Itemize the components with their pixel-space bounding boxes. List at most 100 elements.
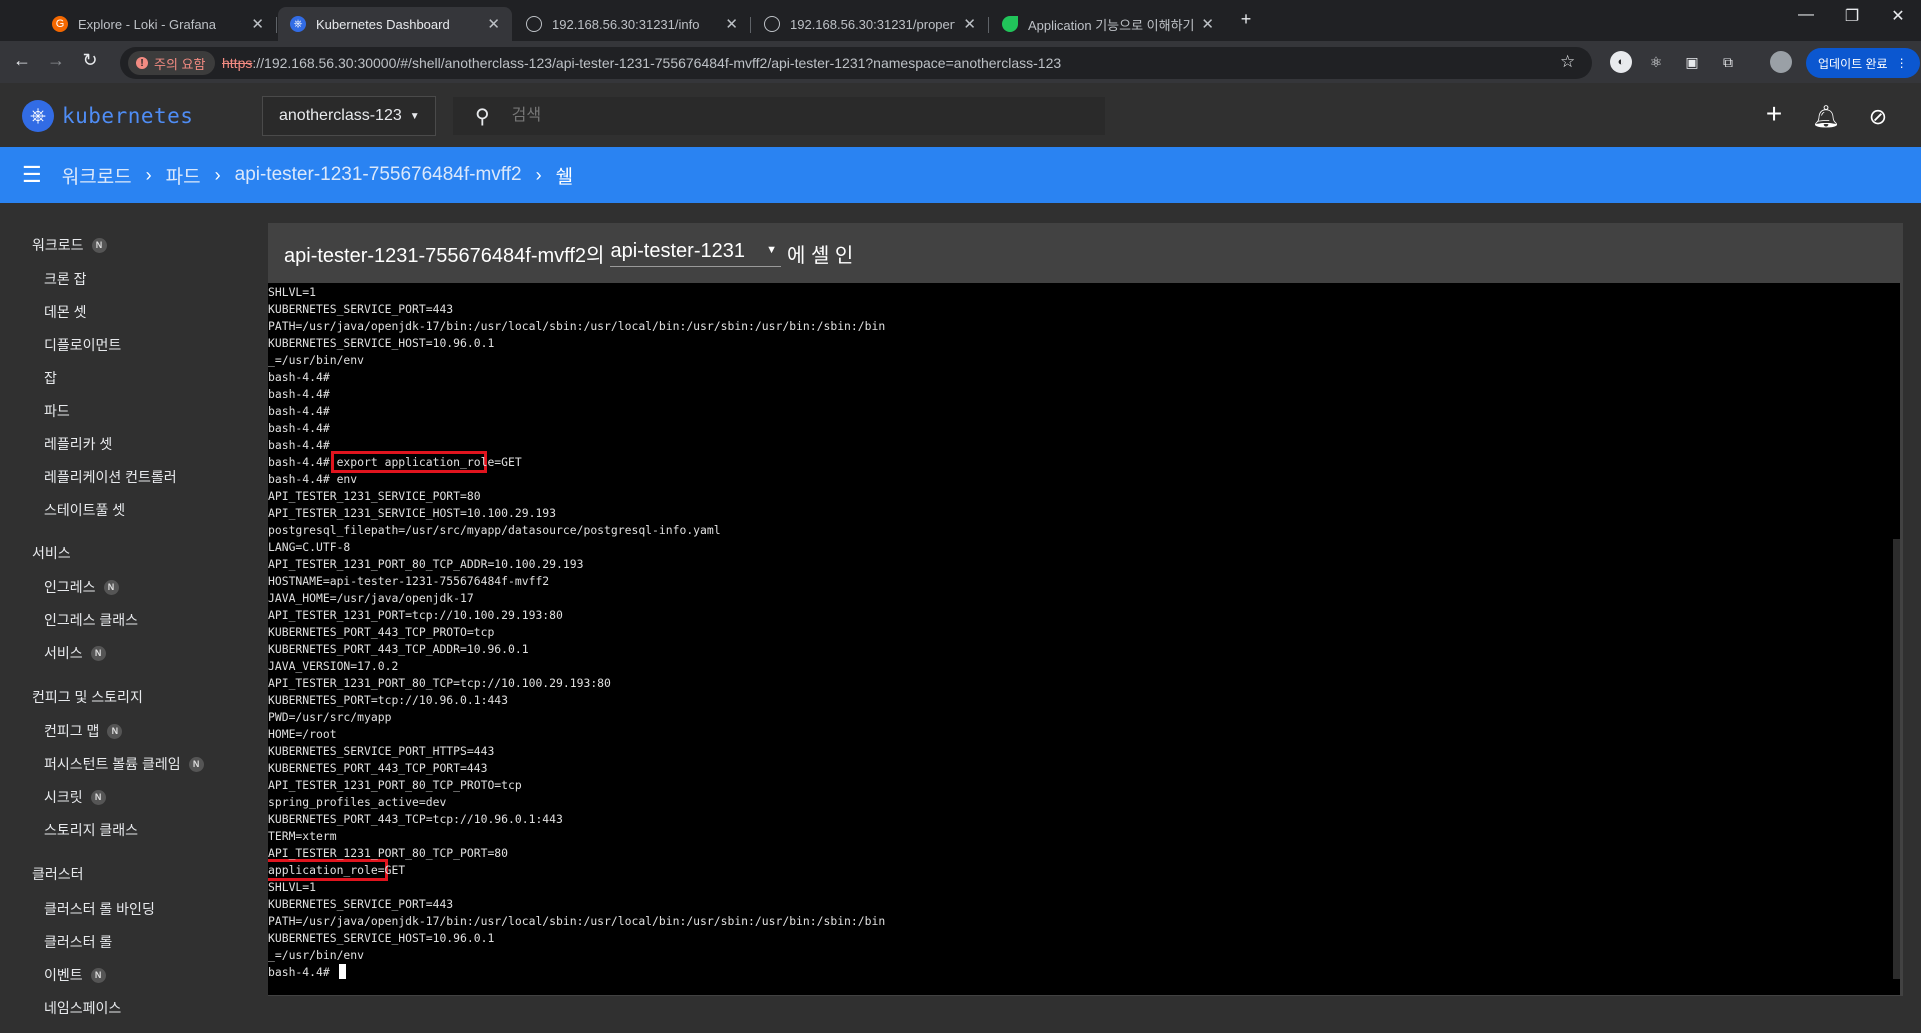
tab-kubernetes-dashboard[interactable]: ⎈ Kubernetes Dashboard ✕	[278, 7, 512, 41]
terminal-line: KUBERNETES_SERVICE_HOST=10.96.0.1	[268, 931, 495, 945]
sidebar: 워크로드 N 크론 잡 데몬 셋 디플로이먼트 잡 파드 레플리카 셋 레플리케이…	[0, 203, 260, 1033]
terminal[interactable]: SHLVL=1 KUBERNETES_SERVICE_PORT=443 PATH=/…	[268, 283, 1900, 995]
react-devtools-icon[interactable]: ⚛	[1645, 51, 1667, 73]
terminal-line: _=/usr/bin/env	[268, 948, 365, 962]
terminal-line: KUBERNETES_PORT_443_TCP_ADDR=10.96.0.1	[268, 642, 529, 656]
terminal-line: KUBERNETES_SERVICE_PORT=443	[268, 302, 454, 316]
sidebar-item-pvcs[interactable]: 퍼시스턴트 볼륨 클레임 N	[44, 754, 204, 774]
dropdown-arrow-icon: ▼	[766, 243, 777, 256]
close-icon[interactable]: ✕	[487, 15, 500, 33]
reload-icon[interactable]: ↻	[78, 50, 102, 71]
sidebar-item-clusterrolebindings[interactable]: 클러스터 롤 바인딩	[44, 899, 155, 919]
sidebar-item-label: 인그레스 클래스	[44, 612, 139, 628]
address-bar[interactable]: ! 주의 요함 https://192.168.56.30:30000/#/sh…	[120, 47, 1592, 79]
close-icon[interactable]: ✕	[251, 15, 264, 33]
close-icon[interactable]: ✕	[1201, 15, 1214, 33]
sidebar-item-cronjobs[interactable]: 크론 잡	[44, 269, 87, 289]
extension-icon[interactable]: ▣	[1681, 51, 1703, 73]
tab-application[interactable]: Application 기능으로 이해하기 ✕	[990, 7, 1226, 41]
menu-icon[interactable]: ☰	[22, 162, 42, 188]
forward-icon[interactable]: →	[44, 50, 68, 71]
sidebar-item-ingressclasses[interactable]: 인그레스 클래스	[44, 610, 138, 630]
terminal-line: TERM=xterm	[268, 829, 337, 843]
kubernetes-icon: ⎈	[290, 16, 306, 32]
tab-info[interactable]: 192.168.56.30:31231/info ✕	[514, 7, 750, 41]
extensions-puzzle-icon[interactable]: ⧉	[1717, 51, 1739, 73]
sidebar-item-deployments[interactable]: 디플로이먼트	[44, 335, 121, 355]
terminal-line: KUBERNETES_PORT=tcp://10.96.0.1:443	[268, 693, 509, 707]
sidebar-item-jobs[interactable]: 잡	[44, 368, 57, 388]
terminal-line: KUBERNETES_PORT_443_TCP_PORT=443	[268, 761, 488, 775]
namespace-select[interactable]: anotherclass-123 ▼	[262, 96, 436, 136]
sidebar-section-workloads[interactable]: 워크로드 N	[32, 235, 107, 255]
sidebar-item-events[interactable]: 이벤트 N	[44, 965, 106, 985]
sidebar-item-configmaps[interactable]: 컨피그 맵 N	[44, 721, 123, 741]
new-badge: N	[107, 723, 123, 739]
security-warning-label: 주의 요함	[154, 56, 206, 72]
sidebar-item-pods[interactable]: 파드	[44, 401, 70, 421]
close-icon[interactable]: ✕	[963, 15, 976, 33]
sidebar-item-label: 인그레스	[44, 579, 96, 595]
chevron-right-icon: ›	[214, 164, 221, 185]
sidebar-item-clusterroles[interactable]: 클러스터 롤	[44, 932, 112, 952]
terminal-line: API_TESTER_1231_SERVICE_HOST=10.100.29.1…	[268, 506, 557, 520]
leaf-icon	[1002, 16, 1018, 32]
sidebar-item-services[interactable]: 서비스 N	[44, 643, 106, 663]
url-text[interactable]: https://192.168.56.30:30000/#/shell/anot…	[222, 55, 1061, 71]
sidebar-item-daemonsets[interactable]: 데몬 셋	[44, 302, 87, 322]
sidebar-item-label: 디플로이먼트	[44, 337, 122, 353]
sidebar-item-replicationcontrollers[interactable]: 레플리케이션 컨트롤러	[44, 467, 177, 487]
sidebar-item-storageclasses[interactable]: 스토리지 클래스	[44, 820, 138, 840]
extension-icon[interactable]: ◐	[1610, 51, 1632, 73]
tab-grafana[interactable]: G Explore - Loki - Grafana ✕	[40, 7, 276, 41]
sidebar-section-label: 클러스터	[32, 866, 84, 882]
globe-icon	[764, 16, 780, 32]
sidebar-item-label: 클러스터 롤 바인딩	[44, 901, 155, 917]
browser-tab-strip: G Explore - Loki - Grafana ✕ ⎈ Kubernete…	[0, 0, 1921, 41]
warning-icon: !	[136, 57, 148, 69]
terminal-line: KUBERNETES_PORT_443_TCP_PROTO=tcp	[268, 625, 495, 639]
search-bar[interactable]: ⚲	[453, 97, 1105, 135]
terminal-scrollbar[interactable]	[1893, 539, 1900, 979]
breadcrumb-workloads[interactable]: 워크로드	[62, 162, 132, 189]
sidebar-item-secrets[interactable]: 시크릿 N	[44, 787, 106, 807]
sidebar-item-namespaces[interactable]: 네임스페이스	[44, 998, 121, 1018]
breadcrumb-shell: 쉘	[555, 166, 574, 188]
new-badge: N	[188, 756, 204, 772]
logout-icon[interactable]: ⊘	[1864, 104, 1892, 130]
terminal-line: PATH=/usr/java/openjdk-17/bin:/usr/local…	[268, 914, 886, 928]
update-button[interactable]: 업데이트 완료 ⋮	[1806, 48, 1920, 78]
container-select[interactable]: api-tester-1231 ▼	[610, 240, 781, 267]
create-plus-icon[interactable]: +	[1760, 98, 1788, 130]
sidebar-section-label: 워크로드	[32, 237, 84, 253]
terminal-line: SHLVL=1	[268, 880, 317, 894]
terminal-line: JAVA_HOME=/usr/java/openjdk-17	[268, 591, 474, 605]
sidebar-item-label: 크론 잡	[44, 271, 87, 287]
breadcrumb-pods[interactable]: 파드	[166, 162, 201, 189]
sidebar-item-statefulsets[interactable]: 스테이트풀 셋	[44, 500, 125, 520]
window-close-icon[interactable]: ✕	[1878, 6, 1918, 26]
sidebar-section-config-storage[interactable]: 컨피그 및 스토리지	[32, 687, 143, 707]
notifications-bell-icon[interactable]: 🔔︎	[1812, 104, 1840, 130]
profile-avatar[interactable]	[1770, 51, 1792, 73]
restore-icon[interactable]: ❐	[1832, 6, 1872, 26]
sidebar-section-cluster[interactable]: 클러스터	[32, 864, 84, 884]
kubernetes-logo[interactable]: ⎈ kubernetes	[22, 100, 193, 132]
new-badge: N	[90, 645, 106, 661]
more-vert-icon: ⋮	[1895, 56, 1908, 70]
sidebar-item-ingresses[interactable]: 인그레스 N	[44, 577, 119, 597]
sidebar-item-replicasets[interactable]: 레플리카 셋	[44, 434, 112, 454]
minimize-icon[interactable]: —	[1786, 6, 1826, 24]
terminal-line: SHLVL=1	[268, 285, 317, 299]
breadcrumb-pod[interactable]: api-tester-1231-755676484f-mvff2	[235, 164, 522, 186]
new-tab-icon[interactable]: +	[1226, 9, 1266, 30]
search-input[interactable]	[509, 106, 1014, 126]
back-icon[interactable]: ←	[10, 50, 34, 71]
tab-properties[interactable]: 192.168.56.30:31231/propertie ✕	[752, 7, 988, 41]
bookmark-star-icon[interactable]: ☆	[1560, 52, 1575, 72]
terminal-line: HOSTNAME=api-tester-1231-755676484f-mvff…	[268, 574, 550, 588]
close-icon[interactable]: ✕	[725, 15, 738, 33]
security-warning-chip[interactable]: ! 주의 요함	[128, 51, 216, 75]
terminal-line: bash-4.4#	[268, 404, 330, 418]
sidebar-section-services[interactable]: 서비스	[32, 543, 71, 563]
